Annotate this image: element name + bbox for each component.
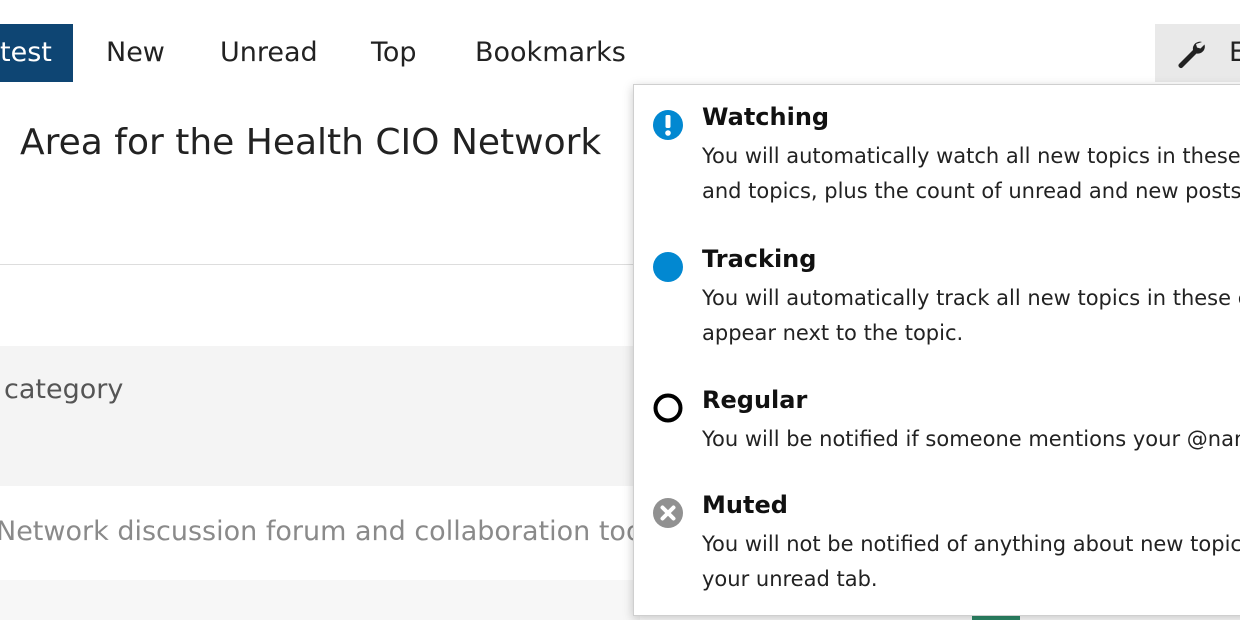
column-header-category: category bbox=[4, 374, 124, 405]
edit-button-label: E bbox=[1229, 37, 1240, 68]
option-description-line: You will automatically track all new top… bbox=[702, 286, 1240, 310]
option-title: Regular bbox=[702, 386, 808, 414]
tab-top[interactable]: Top bbox=[371, 24, 417, 82]
option-description: You will automatically watch all new top… bbox=[702, 139, 1240, 209]
option-title: Tracking bbox=[702, 245, 817, 273]
tab-new[interactable]: New bbox=[106, 24, 165, 82]
edit-button[interactable]: E bbox=[1155, 24, 1240, 82]
category-row: Network discussion forum and collaborati… bbox=[0, 486, 664, 580]
table-row bbox=[0, 580, 640, 620]
empty-circle-icon bbox=[653, 393, 683, 423]
wrench-icon bbox=[1178, 41, 1205, 68]
option-description: You will be notified if someone mentions… bbox=[702, 422, 1240, 457]
times-circle-icon bbox=[653, 498, 683, 528]
tab-unread[interactable]: Unread bbox=[220, 24, 318, 82]
category-table-header: category bbox=[0, 346, 640, 486]
option-description-line: You will not be notified of anything abo… bbox=[702, 532, 1240, 556]
option-description-line: You will be notified if someone mentions… bbox=[702, 427, 1240, 451]
option-description: You will not be notified of anything abo… bbox=[702, 527, 1240, 597]
option-title: Muted bbox=[702, 491, 788, 519]
option-title: Watching bbox=[702, 103, 830, 131]
option-description-line: and topics, plus the count of unread and… bbox=[702, 179, 1240, 203]
exclamation-circle-icon bbox=[653, 110, 683, 140]
option-description: You will automatically track all new top… bbox=[702, 281, 1240, 351]
option-description-line: You will automatically watch all new top… bbox=[702, 144, 1240, 168]
category-description: Network discussion forum and collaborati… bbox=[0, 516, 665, 547]
option-description-line: appear next to the topic. bbox=[702, 321, 964, 345]
option-description-line: your unread tab. bbox=[702, 567, 878, 591]
page-title: Area for the Health CIO Network bbox=[20, 122, 602, 163]
category-nav: test New Unread Top Bookmarks bbox=[0, 24, 1240, 82]
notification-level-dropdown: Watching You will automatically watch al… bbox=[633, 84, 1240, 616]
divider bbox=[0, 264, 640, 265]
tab-bookmarks[interactable]: Bookmarks bbox=[475, 24, 626, 82]
tab-latest[interactable]: test bbox=[0, 24, 73, 82]
filled-circle-icon bbox=[653, 252, 683, 282]
